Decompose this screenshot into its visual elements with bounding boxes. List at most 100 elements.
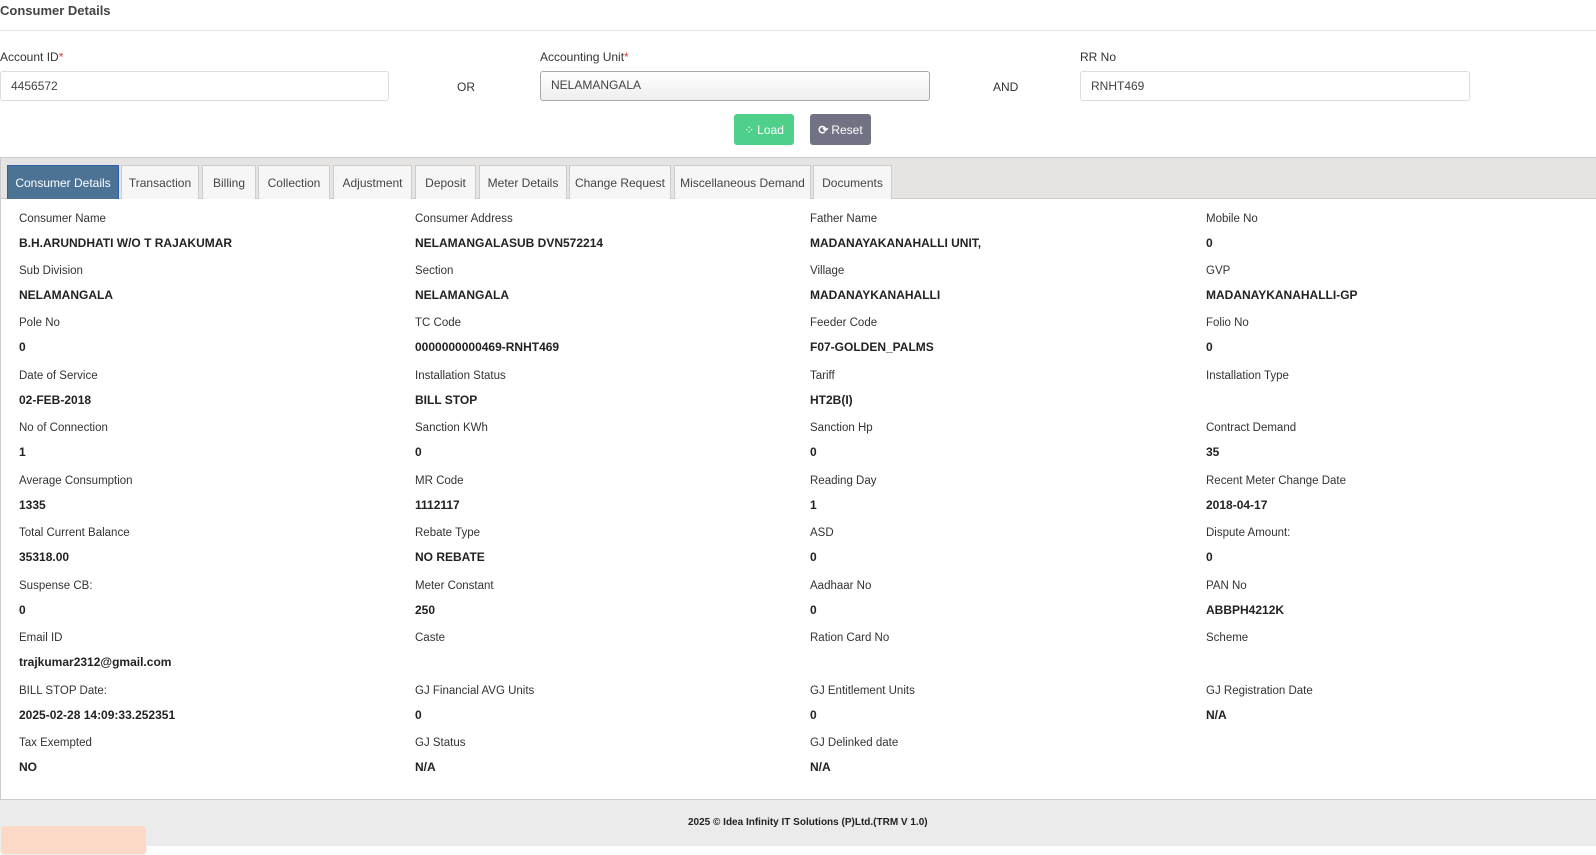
- field-label: Contract Demand: [1206, 422, 1297, 434]
- tab-documents[interactable]: Documents: [813, 165, 892, 199]
- field-value: [810, 655, 1190, 671]
- field-label: Sub Division: [19, 265, 83, 277]
- field: No of Connection 1: [19, 422, 399, 461]
- field-label: Installation Status: [415, 370, 506, 382]
- field-label: Caste: [415, 632, 446, 644]
- field-label: GVP: [1206, 265, 1231, 277]
- field-value: 0: [810, 603, 817, 617]
- field-label: Aadhaar No: [810, 580, 872, 592]
- field-value: 2018-04-17: [1206, 498, 1268, 512]
- field: Recent Meter Change Date 2018-04-17: [1206, 475, 1586, 514]
- field-value: NELAMANGALA: [19, 288, 113, 302]
- field-value: 35: [1206, 445, 1220, 459]
- field-value: N/A: [810, 760, 831, 774]
- field-label: Email ID: [19, 632, 63, 644]
- field-label: Folio No: [1206, 317, 1249, 329]
- field-label: Suspense CB:: [19, 580, 93, 592]
- field: Reading Day 1: [810, 475, 1190, 514]
- field-value: 250: [415, 603, 436, 617]
- refresh-icon: ⟳: [818, 122, 829, 137]
- field: Contract Demand 35: [1206, 422, 1586, 461]
- field-value: MADANAYKANAHALLI-GP: [1206, 288, 1358, 302]
- field: Consumer Address NELAMANGALASUB DVN572214: [415, 213, 795, 252]
- accounting-unit-select[interactable]: NELAMANGALA: [540, 71, 930, 101]
- field: Mobile No 0: [1206, 213, 1586, 252]
- field-label: MR Code: [415, 475, 464, 487]
- tab-deposit[interactable]: Deposit: [415, 165, 476, 199]
- notification-chip[interactable]: [0, 825, 147, 855]
- field-value: 0: [810, 445, 817, 459]
- page-title: Consumer Details: [0, 3, 111, 18]
- field-value: 0: [810, 708, 817, 722]
- load-button[interactable]: ⁘ Load: [734, 114, 794, 145]
- or-label: OR: [457, 80, 475, 94]
- field-label: Section: [415, 265, 454, 277]
- field: Tax Exempted NO: [19, 737, 399, 776]
- field: GJ Entitlement Units 0: [810, 685, 1190, 724]
- field-value: 0: [19, 603, 26, 617]
- field: GJ Delinked date N/A: [810, 737, 1190, 776]
- tab-billing[interactable]: Billing: [202, 165, 256, 199]
- tab-transaction[interactable]: Transaction: [121, 165, 199, 199]
- tab-consumer-details[interactable]: Consumer Details: [7, 165, 119, 199]
- field-label: Tariff: [810, 370, 835, 382]
- field: Pole No 0: [19, 317, 399, 356]
- tab-bar: Consumer Details Transaction Billing Collec…: [1, 158, 1596, 199]
- field-label: Pole No: [19, 317, 60, 329]
- field-label: Meter Constant: [415, 580, 494, 592]
- field-label: Recent Meter Change Date: [1206, 475, 1346, 487]
- field: GJ Status N/A: [415, 737, 795, 776]
- field-label: Reading Day: [810, 475, 877, 487]
- field: TC Code 0000000000469-RNHT469: [415, 317, 795, 356]
- field: ASD 0: [810, 527, 1190, 566]
- field-label: GJ Registration Date: [1206, 685, 1313, 697]
- field-label: No of Connection: [19, 422, 108, 434]
- tab-collection[interactable]: Collection: [258, 165, 330, 199]
- field-label: GJ Delinked date: [810, 737, 899, 749]
- field-value: 0: [415, 445, 422, 459]
- field-label: GJ Financial AVG Units: [415, 685, 535, 697]
- field: Consumer Name B.H.ARUNDHATI W/O T RAJAKUM…: [19, 213, 399, 252]
- field-value: 02-FEB-2018: [19, 393, 92, 407]
- reset-button[interactable]: ⟳ Reset: [810, 114, 871, 145]
- field: Tariff HT2B(I): [810, 370, 1190, 409]
- tab-adjustment[interactable]: Adjustment: [333, 165, 412, 199]
- field: Scheme: [1206, 632, 1586, 671]
- field-value: 1335: [19, 498, 46, 512]
- field: GJ Registration Date N/A: [1206, 685, 1586, 724]
- field: Average Consumption 1335: [19, 475, 399, 514]
- field-label: GJ Status: [415, 737, 466, 749]
- field: Total Current Balance 35318.00: [19, 527, 399, 566]
- field-label: Average Consumption: [19, 475, 133, 487]
- field-value: [1206, 393, 1586, 409]
- field-value: 0: [810, 550, 817, 564]
- footer: 2025 © Idea Infinity IT Solutions (P)Ltd…: [0, 800, 1596, 855]
- field-value: [1206, 655, 1586, 671]
- field-label: Installation Type: [1206, 370, 1289, 382]
- field: Email ID trajkumar2312@gmail.com: [19, 632, 399, 671]
- field-label: Ration Card No: [810, 632, 890, 644]
- field-value: NELAMANGALA: [415, 288, 509, 302]
- rr-no-input[interactable]: RNHT469: [1080, 71, 1470, 101]
- field-label: TC Code: [415, 317, 462, 329]
- field: Meter Constant 250: [415, 580, 795, 619]
- field: BILL STOP Date: 2025-02-28 14:09:33.25235…: [19, 685, 399, 724]
- field-value: N/A: [1206, 708, 1227, 722]
- tab-meter-details[interactable]: Meter Details: [479, 165, 567, 199]
- field-value: B.H.ARUNDHATI W/O T RAJAKUMAR: [19, 236, 233, 250]
- field-label: Village: [810, 265, 845, 277]
- account-id-input[interactable]: 4456572: [0, 71, 389, 101]
- field-value: 1: [19, 445, 26, 459]
- field-label: Sanction KWh: [415, 422, 488, 434]
- field-label: Dispute Amount:: [1206, 527, 1291, 539]
- tab-miscellaneous-demand[interactable]: Miscellaneous Demand: [674, 165, 811, 199]
- field: Father Name MADANAYAKANAHALLI UNIT,: [810, 213, 1190, 252]
- and-label: AND: [993, 80, 1019, 94]
- divider: [0, 30, 1596, 31]
- spinner-icon: ⁘: [744, 122, 755, 137]
- field-label: Consumer Name: [19, 213, 106, 225]
- field-value: NELAMANGALASUB DVN572214: [415, 236, 604, 250]
- field: Installation Status BILL STOP: [415, 370, 795, 409]
- field-label: Total Current Balance: [19, 527, 130, 539]
- tab-change-request[interactable]: Change Request: [569, 165, 671, 199]
